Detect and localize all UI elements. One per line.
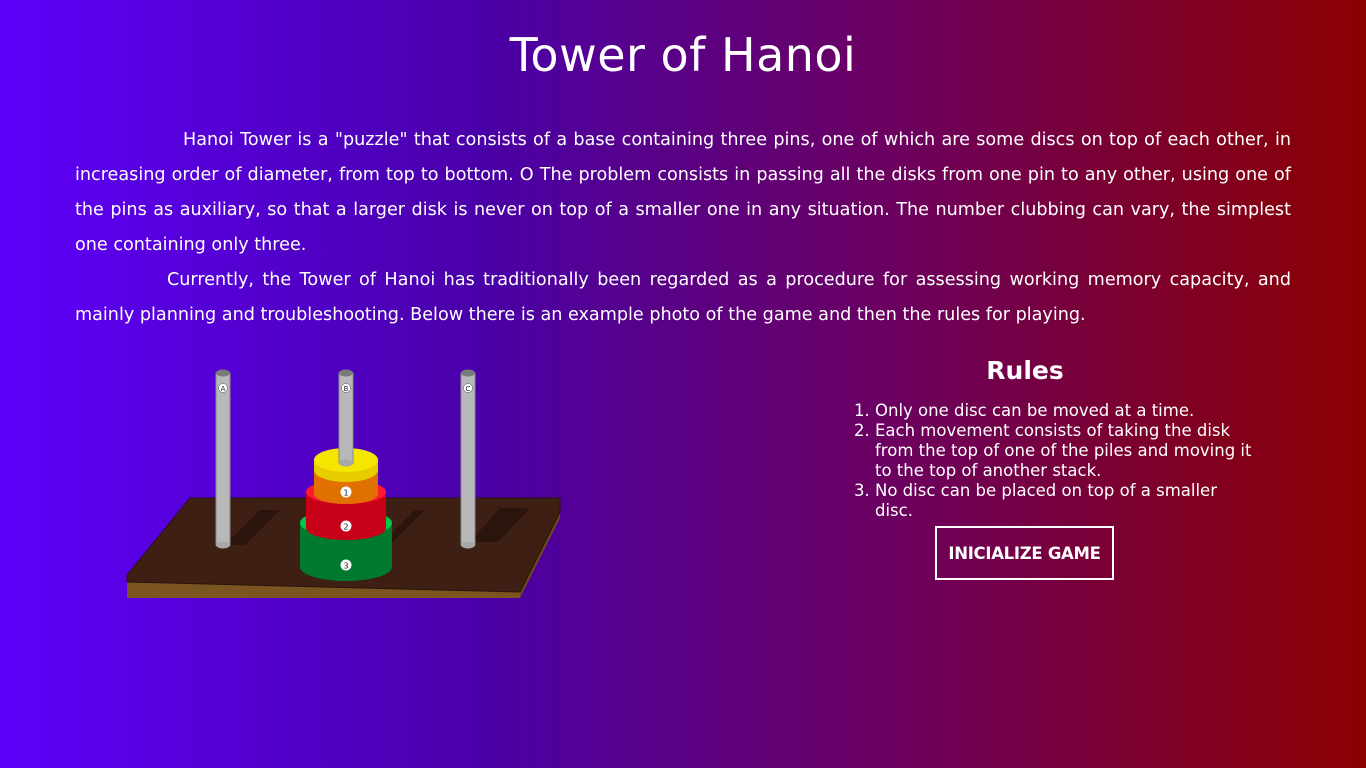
rules-panel: Rules Only one disc can be moved at a ti… [840, 356, 1260, 521]
initialize-game-button[interactable]: INICIALIZE GAME [935, 526, 1114, 580]
pin-label: B [344, 385, 349, 393]
page-title: Tower of Hanoi [509, 28, 857, 82]
disk-label: 1 [343, 489, 348, 498]
pin-b: B [338, 369, 354, 467]
pin-label: A [221, 385, 226, 393]
pin-label: C [466, 385, 471, 393]
intro-paragraph: Hanoi Tower is a "puzzle" that consists … [75, 130, 1291, 255]
rules-title: Rules [986, 356, 1064, 385]
disk-label: 3 [343, 562, 348, 571]
disk-label: 2 [343, 523, 348, 532]
pin-a: A [215, 369, 231, 549]
pin-c: C [460, 369, 476, 549]
intro-text: Hanoi Tower is a "puzzle" that consists … [75, 123, 1291, 333]
rules-list: Only one disc can be moved at a time. Ea… [840, 401, 1255, 521]
tower-of-hanoi-image: A C 3 2 1 B [126, 369, 561, 598]
rule-item: No disc can be placed on top of a smalle… [875, 481, 1255, 521]
intro-paragraph: Currently, the Tower of Hanoi has tradit… [75, 270, 1291, 325]
rule-item: Only one disc can be moved at a time. [875, 401, 1255, 421]
rule-item: Each movement consists of taking the dis… [875, 421, 1255, 481]
